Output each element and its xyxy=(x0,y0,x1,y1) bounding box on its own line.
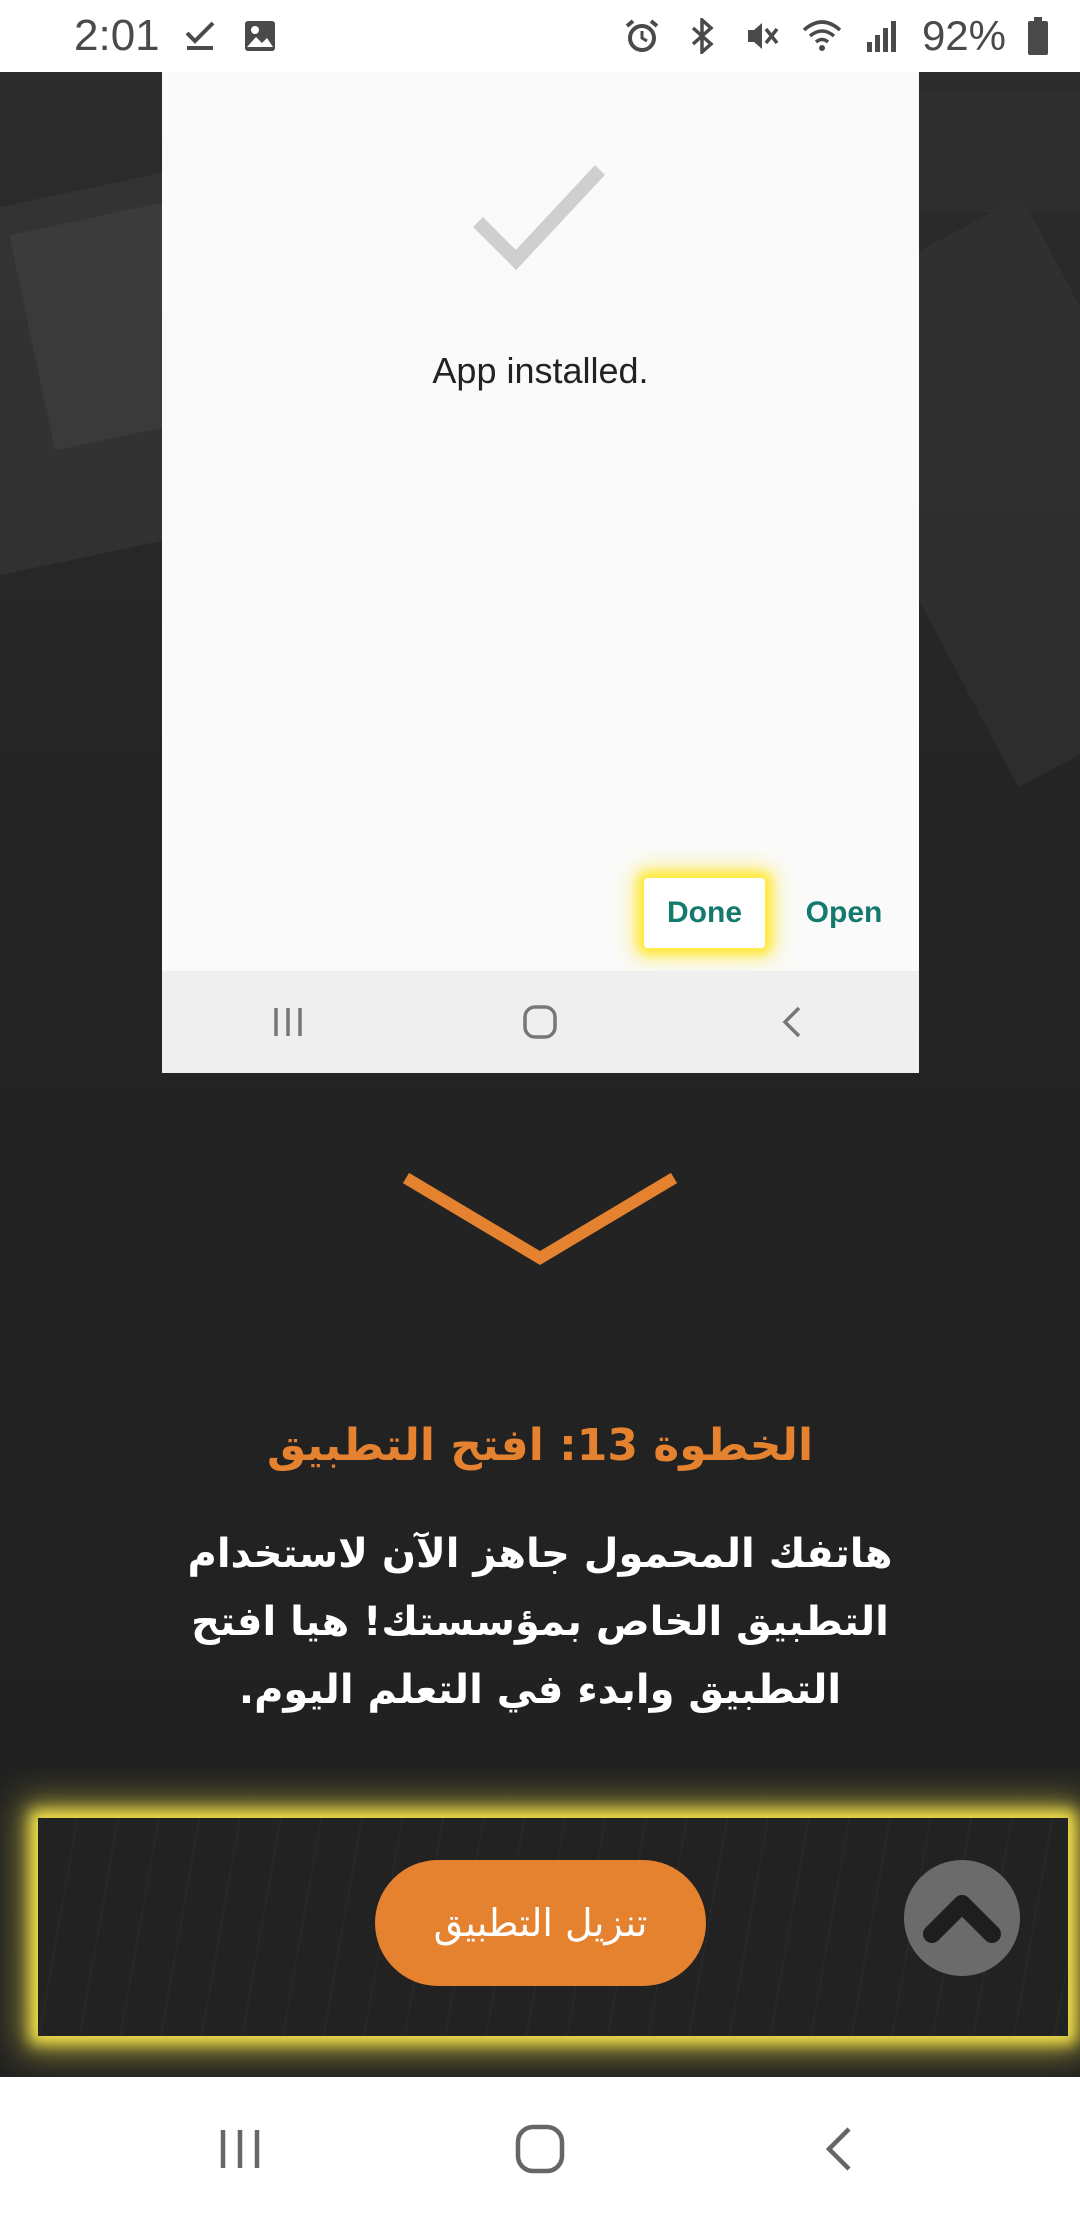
bluetooth-icon xyxy=(682,16,722,56)
background-decoration xyxy=(920,92,1080,212)
open-button[interactable]: Open xyxy=(784,878,904,948)
done-button[interactable]: Done xyxy=(644,878,765,948)
inner-nav-bar xyxy=(162,971,919,1073)
signal-icon xyxy=(862,16,902,56)
scroll-to-top-button[interactable] xyxy=(904,1860,1020,1976)
alarm-icon xyxy=(622,16,662,56)
step-description: هاتفك المحمول جاهز الآن لاستخدام التطبيق… xyxy=(187,1531,893,1713)
recents-icon[interactable] xyxy=(258,992,318,1052)
back-icon[interactable] xyxy=(763,992,823,1052)
battery-percent: 92% xyxy=(921,12,1006,59)
download-app-button[interactable]: تنزيل التطبيق xyxy=(375,1860,706,1986)
status-bar: 2:01 92% xyxy=(0,0,1080,72)
battery-icon xyxy=(1026,16,1050,56)
mute-icon xyxy=(742,16,782,56)
system-nav-bar xyxy=(0,2077,1080,2220)
status-time: 2:01 xyxy=(74,11,160,60)
bottom-action-bar: تنزيل التطبيق xyxy=(38,1818,1068,2036)
home-icon[interactable] xyxy=(500,2109,580,2189)
step-title: الخطوة 13: افتح التطبيق xyxy=(266,1420,814,1471)
image-icon xyxy=(240,16,280,56)
home-icon[interactable] xyxy=(510,992,570,1052)
status-right: 92% xyxy=(622,12,1050,60)
install-message: App installed. xyxy=(432,350,649,391)
chevron-up-icon xyxy=(923,1895,1001,1943)
status-left: 2:01 xyxy=(74,11,280,61)
checkmark-icon xyxy=(180,16,220,56)
chevron-down-icon xyxy=(402,1172,678,1265)
wifi-icon xyxy=(802,16,842,56)
install-screenshot: App installed. Done Open xyxy=(162,72,919,1073)
recents-icon[interactable] xyxy=(200,2109,280,2189)
back-icon[interactable] xyxy=(800,2109,880,2189)
checkmark-icon xyxy=(473,165,606,271)
